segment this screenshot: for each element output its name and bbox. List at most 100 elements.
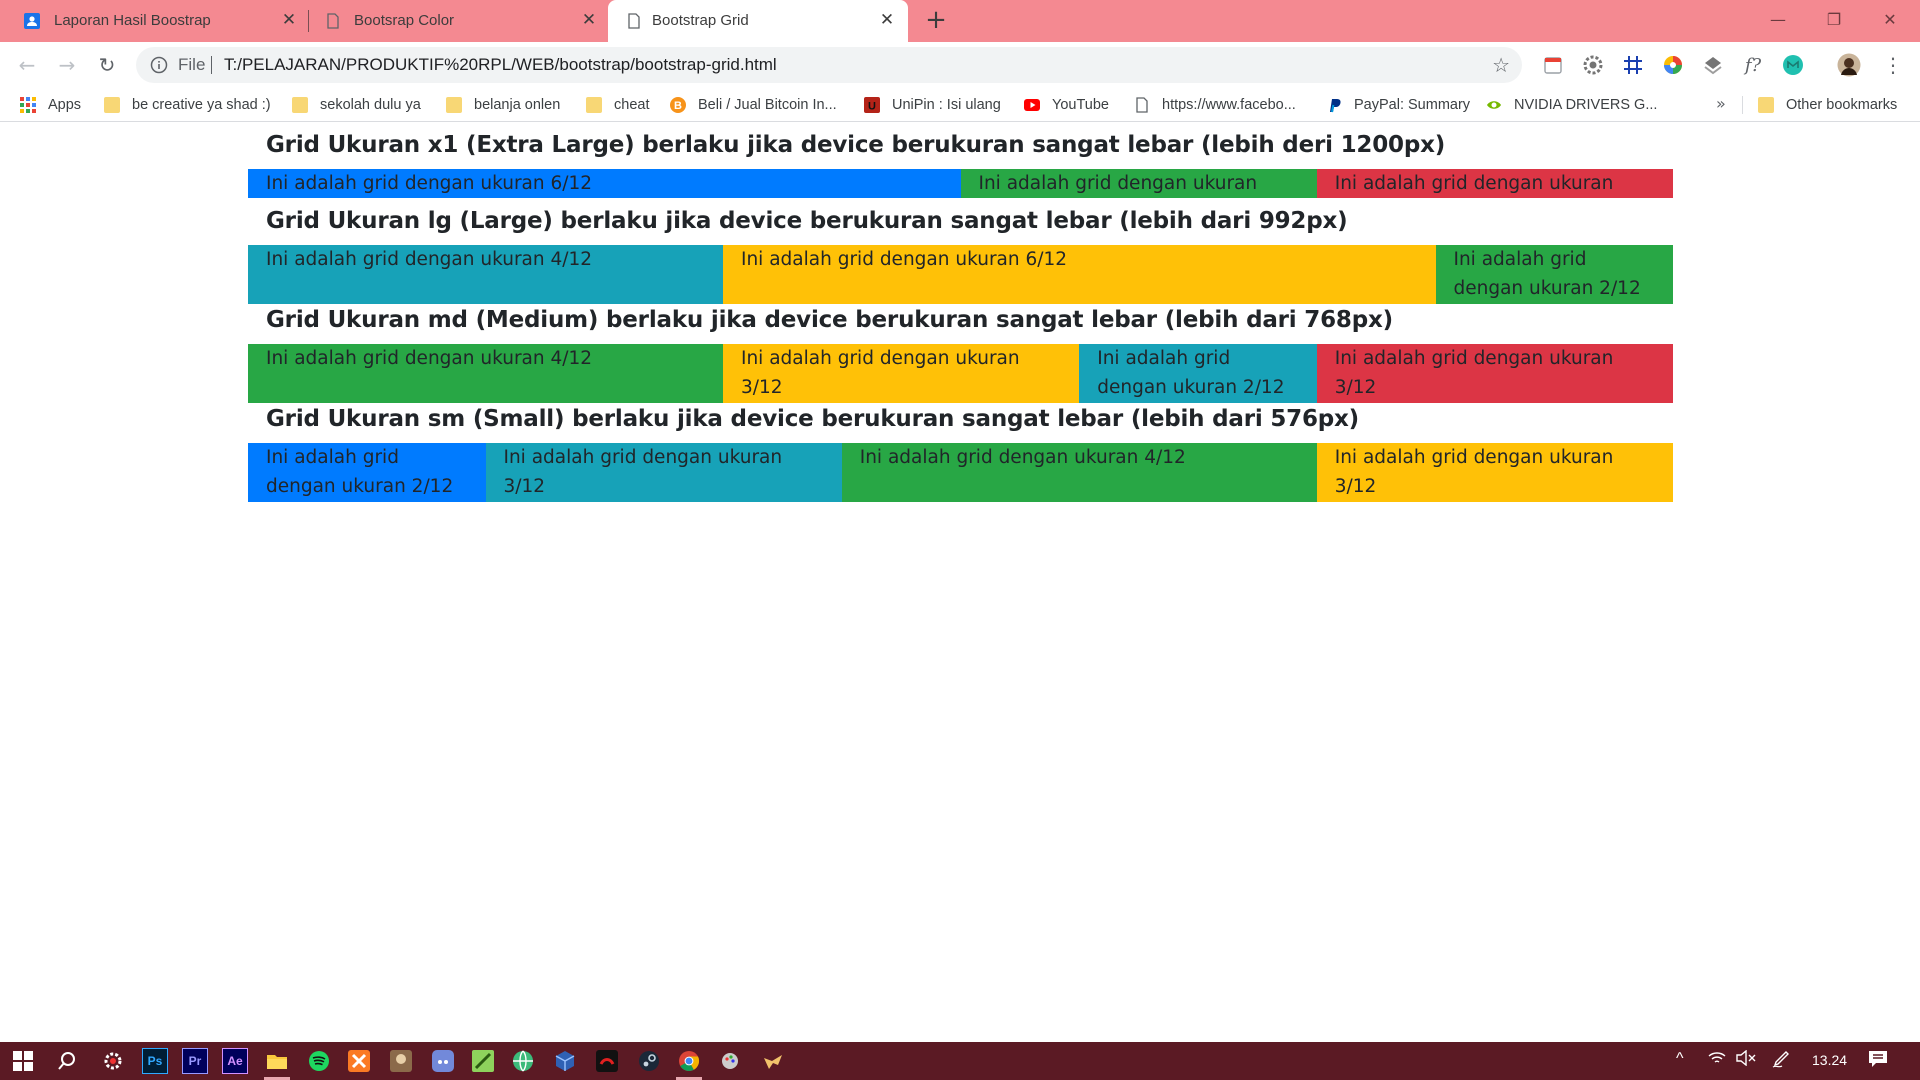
folder-icon	[446, 97, 462, 113]
page-content: Grid Ukuran x1 (Extra Large) berlaku jik…	[248, 122, 1673, 502]
bookmark-paypal[interactable]: PayPal: Summary	[1326, 88, 1470, 122]
m-ext-icon[interactable]	[1780, 52, 1806, 78]
formula-ext-icon[interactable]: f?	[1740, 52, 1766, 78]
tab-laporan-hasil-boostrap[interactable]: Laporan Hasil Boostrap ✕	[0, 0, 304, 42]
close-icon[interactable]: ✕	[280, 11, 298, 29]
bookmark-label: sekolah dulu ya	[320, 97, 421, 113]
minimize-button[interactable]: —	[1758, 6, 1798, 34]
clock[interactable]: 13.24	[1812, 1052, 1847, 1068]
back-button[interactable]: ←	[12, 50, 42, 80]
bitcoin-icon: B	[670, 97, 686, 113]
bookmark-folder[interactable]: belanja onlen	[446, 88, 560, 122]
bookmark-unipin[interactable]: U UniPin : Isi ulang	[864, 88, 1001, 122]
bookmark-label: Other bookmarks	[1786, 97, 1898, 113]
url-scheme: File	[178, 55, 206, 74]
grid-row-sm: Ini adalah grid dengan ukuran 2/12 Ini a…	[248, 443, 1673, 502]
page-icon	[626, 13, 642, 29]
close-icon[interactable]: ✕	[878, 11, 896, 29]
xampp-icon[interactable]	[346, 1048, 372, 1074]
bookmarks-overflow-button[interactable]: »	[1716, 94, 1726, 113]
game-app-icon[interactable]	[388, 1048, 414, 1074]
app-red-icon[interactable]	[594, 1048, 620, 1074]
bookmark-label: YouTube	[1052, 97, 1109, 113]
reload-button[interactable]: ↻	[92, 50, 122, 80]
section-heading-sm: Grid Ukuran sm (Small) berlaku jika devi…	[266, 406, 1359, 432]
bookmark-label: belanja onlen	[474, 97, 561, 113]
url-text[interactable]: T:/PELAJARAN/PRODUKTIF%20RPL/WEB/bootstr…	[224, 55, 777, 75]
maximize-button[interactable]: ❐	[1814, 6, 1854, 34]
other-bookmarks[interactable]: Other bookmarks	[1758, 88, 1897, 122]
grid-col-4: Ini adalah grid dengan ukuran 4/12	[248, 245, 723, 304]
notifications-icon[interactable]	[1868, 1050, 1888, 1073]
bookmark-bitcoin[interactable]: B Beli / Jual Bitcoin In...	[670, 88, 837, 122]
bookmark-folder[interactable]: cheat	[586, 88, 649, 122]
wifi-icon[interactable]	[1708, 1050, 1726, 1071]
tray-chevron-icon[interactable]: ^	[1676, 1050, 1684, 1068]
svg-text:U: U	[868, 101, 876, 113]
tab-bootsrap-color[interactable]: Bootsrap Color ✕	[300, 0, 604, 42]
grid-row-md: Ini adalah grid dengan ukuran 4/12 Ini a…	[248, 344, 1673, 403]
page-icon	[325, 13, 341, 29]
bookmark-nvidia[interactable]: NVIDIA DRIVERS G...	[1486, 88, 1657, 122]
kebab-menu-icon[interactable]: ⋮	[1880, 52, 1906, 78]
section-heading-xl: Grid Ukuran x1 (Extra Large) berlaku jik…	[266, 132, 1446, 158]
paypal-icon	[1326, 97, 1342, 113]
gear-ext-icon[interactable]	[1580, 52, 1606, 78]
paint-icon[interactable]	[718, 1048, 744, 1074]
grid-ext-icon[interactable]	[1620, 52, 1646, 78]
bookmark-apps[interactable]: Apps	[20, 88, 81, 122]
apps-grid-icon	[20, 97, 36, 113]
volume-mute-icon[interactable]	[1736, 1049, 1756, 1071]
svg-text:B: B	[674, 100, 682, 112]
search-icon[interactable]	[54, 1048, 80, 1074]
page-icon	[1134, 97, 1150, 113]
profile-avatar[interactable]	[1836, 52, 1862, 78]
chrome-icon[interactable]	[676, 1048, 702, 1074]
photoshop-icon[interactable]: Ps	[142, 1048, 168, 1074]
file-explorer-icon[interactable]	[264, 1048, 290, 1074]
color-wheel-ext-icon[interactable]	[1660, 52, 1686, 78]
close-window-button[interactable]: ✕	[1870, 6, 1910, 34]
calendar-ext-icon[interactable]	[1540, 52, 1566, 78]
misc-app-icon[interactable]	[760, 1048, 786, 1074]
spotify-icon[interactable]	[306, 1048, 332, 1074]
grid-col-2: Ini adalah grid dengan ukuran 2/12	[1435, 245, 1673, 304]
bookmark-folder[interactable]: be creative ya shad :)	[104, 88, 271, 122]
grid-row-xl: Ini adalah grid dengan ukuran 6/12 Ini a…	[248, 169, 1673, 198]
windows-start-icon[interactable]	[10, 1048, 36, 1074]
browser-globe-icon[interactable]	[510, 1048, 536, 1074]
bookmark-label: Apps	[48, 97, 82, 113]
premiere-icon[interactable]: Pr	[182, 1048, 208, 1074]
address-bar[interactable]: File T:/PELAJARAN/PRODUKTIF%20RPL/WEB/bo…	[136, 47, 1522, 83]
forward-button[interactable]: →	[52, 50, 82, 80]
after-effects-icon[interactable]: Ae	[222, 1048, 248, 1074]
close-icon[interactable]: ✕	[580, 11, 598, 29]
bookmark-facebook[interactable]: https://www.facebo...	[1134, 88, 1296, 122]
bookmark-star-icon[interactable]: ☆	[1492, 53, 1510, 77]
virtualbox-icon[interactable]	[552, 1048, 578, 1074]
tab-title: Bootsrap Color	[354, 12, 455, 29]
folder-icon	[292, 97, 308, 113]
windows-taskbar: Ps Pr Ae ^ 13.24	[0, 1042, 1920, 1080]
folder-icon	[1758, 97, 1774, 113]
settings-app-icon[interactable]	[100, 1048, 126, 1074]
steam-icon[interactable]	[636, 1048, 662, 1074]
notepad-plus-icon[interactable]	[470, 1048, 496, 1074]
grid-row-lg: Ini adalah grid dengan ukuran 4/12 Ini a…	[248, 245, 1673, 304]
info-icon[interactable]	[150, 56, 168, 74]
bookmark-label: PayPal: Summary	[1354, 97, 1471, 113]
layers-ext-icon[interactable]	[1700, 52, 1726, 78]
grid-col-3: Ini adalah grid dengan ukuran 3/12	[1316, 443, 1673, 502]
youtube-icon	[1024, 97, 1040, 113]
grid-col-2: Ini adalah grid dengan ukuran 2/12	[248, 443, 486, 502]
grid-col-4: Ini adalah grid dengan ukuran 4/12	[841, 443, 1317, 502]
tab-bootstrap-grid[interactable]: Bootstrap Grid ✕	[608, 0, 908, 42]
new-tab-button[interactable]: +	[922, 7, 950, 35]
bookmark-folder[interactable]: sekolah dulu ya	[292, 88, 421, 122]
nvidia-icon	[1486, 97, 1502, 113]
bookmarks-bar: Apps be creative ya shad :) sekolah dulu…	[0, 88, 1920, 122]
bookmark-youtube[interactable]: YouTube	[1024, 88, 1109, 122]
pen-ink-icon[interactable]	[1772, 1050, 1792, 1073]
discord-icon[interactable]	[430, 1048, 456, 1074]
browser-toolbar: ← → ↻ File T:/PELAJARAN/PRODUKTIF%20RPL/…	[0, 42, 1920, 88]
